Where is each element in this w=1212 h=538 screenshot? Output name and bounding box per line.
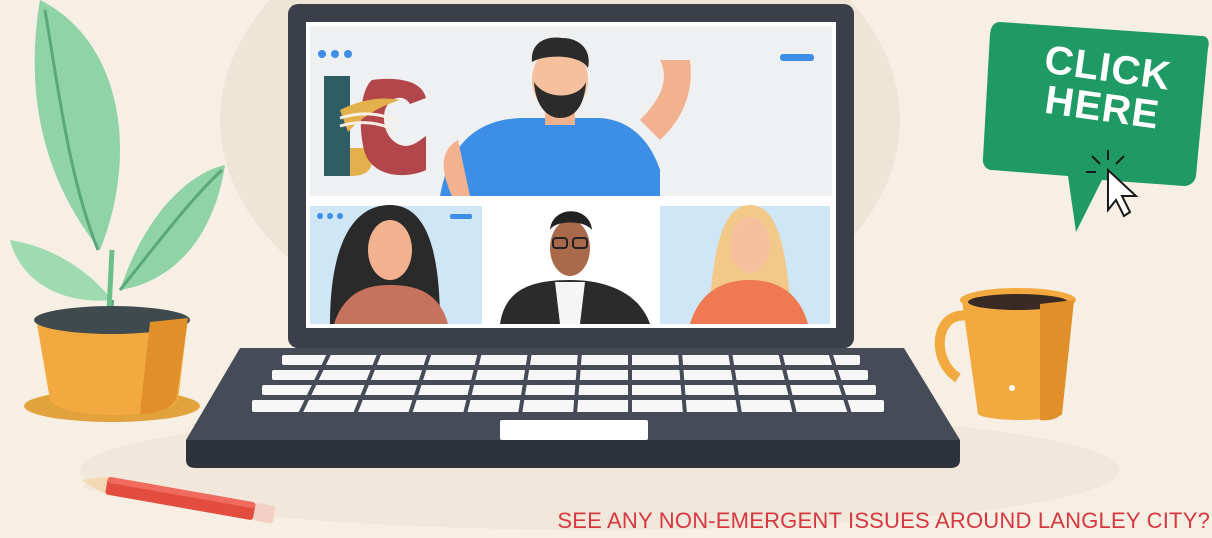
video-call-banner[interactable]: CLICK HERE SEE ANY NON-EMERGENT ISSUES A…: [0, 0, 1212, 538]
coffee-mug-icon: [934, 288, 1076, 421]
footer-question: SEE ANY NON-EMERGENT ISSUES AROUND LANGL…: [557, 508, 1210, 533]
laptop-icon: [186, 4, 960, 468]
plant-icon: [10, 0, 225, 422]
